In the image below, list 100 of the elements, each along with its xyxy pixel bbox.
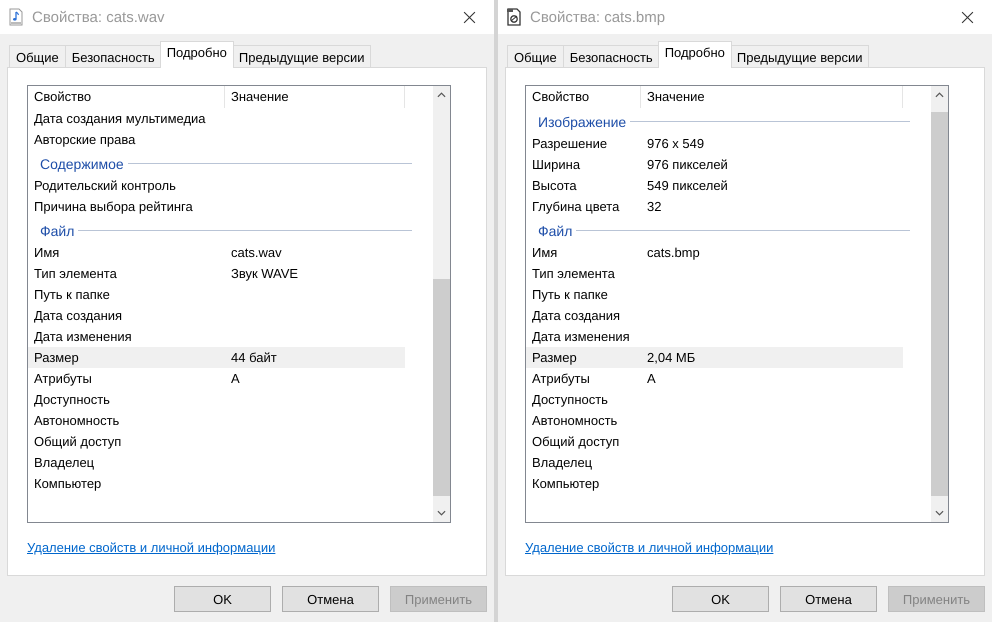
property-value: cats.wav (230, 245, 283, 260)
property-name: Разрешение (531, 136, 608, 151)
close-icon[interactable] (961, 10, 974, 24)
property-row[interactable]: Причина выбора рейтинга (28, 196, 405, 217)
property-row[interactable]: Родительский контроль (28, 175, 405, 196)
property-name: Владелец (531, 455, 594, 470)
property-name: Имя (531, 245, 558, 260)
property-value: A (646, 371, 657, 386)
property-name: Ширина (531, 157, 582, 172)
scroll-down-icon[interactable] (437, 510, 446, 516)
tab[interactable]: Подробно (160, 41, 234, 68)
property-name: Атрибуты (33, 371, 93, 386)
property-name: Доступность (531, 392, 609, 407)
group-heading: Изображение (538, 114, 626, 130)
column-header[interactable]: Значение (641, 86, 903, 108)
property-row[interactable]: Общий доступ (526, 431, 903, 452)
property-value: 976 x 549 (646, 136, 706, 151)
property-name: Размер (33, 350, 80, 365)
scrollbar[interactable] (433, 86, 450, 522)
property-row[interactable]: Общий доступ (28, 431, 405, 452)
property-row[interactable]: Доступность (526, 389, 903, 410)
property-name: Причина выбора рейтинга (33, 199, 194, 214)
property-name: Размер (531, 350, 578, 365)
group-heading: Файл (538, 222, 572, 238)
property-value: 2,04 МБ (646, 350, 696, 365)
property-row[interactable]: Имя cats.bmp (526, 242, 903, 263)
remove-properties-link[interactable]: Удаление свойств и личной информации (27, 540, 276, 555)
property-name: Дата создания (33, 308, 124, 323)
scroll-up-icon[interactable] (437, 92, 446, 98)
close-icon[interactable] (463, 10, 476, 24)
property-row[interactable]: Глубина цвета 32 (526, 196, 903, 217)
property-row[interactable]: Тип элемента (526, 263, 903, 284)
dialog-button[interactable]: Отмена (780, 586, 877, 612)
property-row[interactable]: Размер 44 байт (28, 347, 405, 368)
property-value: 32 (646, 199, 662, 214)
dialog-button[interactable]: OK (672, 586, 769, 612)
window-title: Свойства: cats.bmp (530, 8, 666, 26)
property-row[interactable]: Дата изменения (28, 326, 405, 347)
property-row[interactable]: Владелец (28, 452, 405, 473)
property-row[interactable]: Доступность (28, 389, 405, 410)
property-row[interactable]: Атрибуты A (28, 368, 405, 389)
tab[interactable]: Общие (9, 45, 66, 68)
scrollbar-thumb[interactable] (433, 279, 450, 496)
scroll-down-icon[interactable] (935, 510, 944, 516)
audio-file-icon (8, 8, 24, 26)
property-row[interactable]: Дата создания (526, 305, 903, 326)
property-name: Путь к папке (33, 287, 111, 302)
property-value: 44 байт (230, 350, 278, 365)
property-name: Общий доступ (531, 434, 620, 449)
property-name: Владелец (33, 455, 96, 470)
property-value: 976 пикселей (646, 157, 729, 172)
property-value: Звук WAVE (230, 266, 300, 281)
property-name: Тип элемента (531, 266, 616, 281)
property-value: cats.bmp (646, 245, 701, 260)
dialog-button[interactable]: Отмена (282, 586, 379, 612)
property-row[interactable]: Компьютер (526, 473, 903, 494)
property-row[interactable]: Дата изменения (526, 326, 903, 347)
column-header[interactable]: Свойство (28, 86, 225, 108)
property-row[interactable]: Тип элемента Звук WAVE (28, 263, 405, 284)
property-row[interactable]: Разрешение 976 x 549 (526, 133, 903, 154)
group-heading: Содержимое (40, 156, 124, 172)
property-name: Глубина цвета (531, 199, 620, 214)
property-row[interactable]: Атрибуты A (526, 368, 903, 389)
property-name: Общий доступ (33, 434, 122, 449)
property-row[interactable]: Размер 2,04 МБ (526, 347, 903, 368)
property-name: Дата изменения (33, 329, 133, 344)
property-name: Дата создания (531, 308, 622, 323)
tab[interactable]: Подробно (658, 41, 732, 68)
tab[interactable]: Предыдущие версии (730, 45, 870, 68)
property-row[interactable]: Авторские права (28, 129, 405, 150)
property-name: Высота (531, 178, 578, 193)
window-title: Свойства: cats.wav (32, 8, 166, 26)
dialog-button[interactable]: OK (174, 586, 271, 612)
property-value: A (230, 371, 241, 386)
property-row[interactable]: Ширина 976 пикселей (526, 154, 903, 175)
property-name: Авторские права (33, 132, 136, 147)
property-value: 549 пикселей (646, 178, 729, 193)
tab[interactable]: Предыдущие версии (232, 45, 372, 68)
property-name: Путь к папке (531, 287, 609, 302)
property-row[interactable]: Путь к папке (28, 284, 405, 305)
property-name: Атрибуты (531, 371, 591, 386)
property-name: Доступность (33, 392, 111, 407)
property-row[interactable]: Путь к папке (526, 284, 903, 305)
property-name: Тип элемента (33, 266, 118, 281)
remove-properties-link[interactable]: Удаление свойств и личной информации (525, 540, 774, 555)
property-name: Компьютер (33, 476, 102, 491)
property-row[interactable]: Автономность (526, 410, 903, 431)
tab[interactable]: Общие (507, 45, 564, 68)
property-row[interactable]: Высота 549 пикселей (526, 175, 903, 196)
column-header[interactable]: Значение (225, 86, 405, 108)
property-row[interactable]: Имя cats.wav (28, 242, 405, 263)
column-header[interactable]: Свойство (526, 86, 641, 108)
property-row[interactable]: Владелец (526, 452, 903, 473)
property-row[interactable]: Дата создания (28, 305, 405, 326)
property-row[interactable]: Автономность (28, 410, 405, 431)
property-row[interactable]: Компьютер (28, 473, 405, 494)
scroll-up-icon[interactable] (935, 92, 944, 98)
property-name: Автономность (531, 413, 618, 428)
property-row[interactable]: Дата создания мультимедиа (28, 108, 405, 129)
property-name: Автономность (33, 413, 120, 428)
